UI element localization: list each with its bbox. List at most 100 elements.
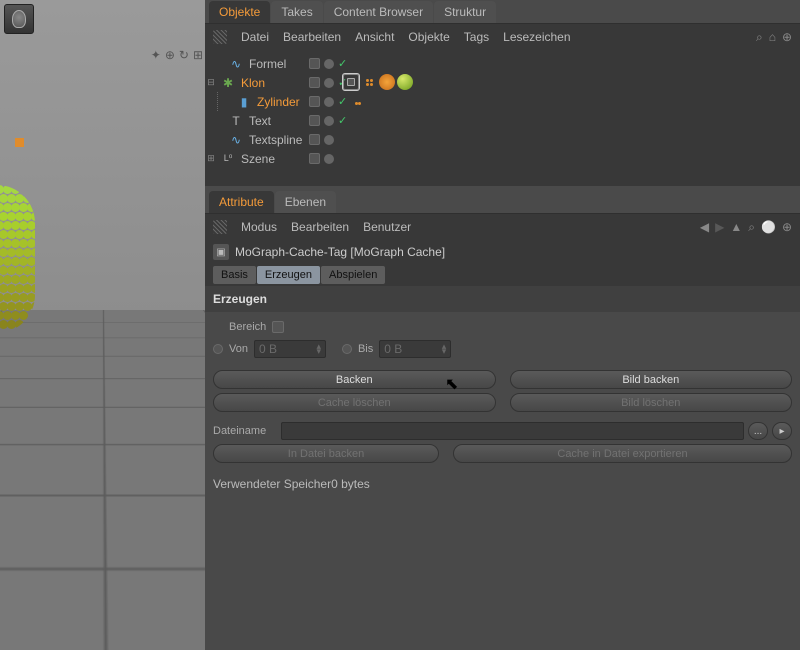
axis-indicator xyxy=(15,138,24,147)
cylinder-icon: ▮ xyxy=(236,95,252,109)
mograph-cache-tag-icon[interactable] xyxy=(343,74,359,90)
tab-attribute[interactable]: Attribute xyxy=(209,191,274,213)
vis-flag[interactable] xyxy=(324,154,334,164)
new-icon[interactable]: ⊕ xyxy=(782,220,792,235)
tab-structure[interactable]: Struktur xyxy=(434,1,496,23)
browse-button[interactable]: ... xyxy=(748,422,768,440)
objects-menubar: Datei Bearbeiten Ansicht Objekte Tags Le… xyxy=(205,24,800,50)
attribute-tab-bar: Attribute Ebenen xyxy=(205,190,800,214)
menu-mode[interactable]: Modus xyxy=(241,220,277,234)
layer-flag[interactable] xyxy=(309,96,320,107)
cloner-object-render xyxy=(0,185,35,333)
tab-content-browser[interactable]: Content Browser xyxy=(324,1,433,23)
tab-layers[interactable]: Ebenen xyxy=(275,191,336,213)
null-icon: L⁰ xyxy=(220,152,236,166)
dateiname-field[interactable] xyxy=(281,422,744,440)
nav-icon-1[interactable]: ✦ xyxy=(151,48,161,62)
bulb-icon xyxy=(12,10,26,28)
menu-file[interactable]: Datei xyxy=(241,30,269,44)
bis-radio[interactable] xyxy=(342,344,352,354)
cache-loeschen-button[interactable]: Cache löschen xyxy=(213,393,496,412)
floor-grid xyxy=(0,310,205,650)
tree-item-text[interactable]: Text xyxy=(247,114,271,128)
von-field[interactable]: 0 B▴▾ xyxy=(254,340,326,358)
tab-takes[interactable]: Takes xyxy=(271,1,322,23)
enable-flag[interactable]: ✓ xyxy=(338,95,347,108)
hatch-icon[interactable] xyxy=(213,220,227,234)
cloner-icon: ✱ xyxy=(220,76,236,90)
attribute-body: ▣ MoGraph-Cache-Tag [MoGraph Cache] Basi… xyxy=(205,240,800,650)
hatch-icon[interactable] xyxy=(213,30,227,44)
label-von: Von xyxy=(229,343,248,355)
render-bulb-button[interactable] xyxy=(4,4,34,34)
tree-item-klon[interactable]: Klon xyxy=(239,76,265,90)
menu-edit[interactable]: Bearbeiten xyxy=(291,220,349,234)
material-tag-icon[interactable] xyxy=(397,74,413,90)
open-button[interactable]: ▸ xyxy=(772,422,792,440)
bis-field[interactable]: 0 B▴▾ xyxy=(379,340,451,358)
home-icon[interactable]: ⌂ xyxy=(769,30,776,45)
menu-view[interactable]: Ansicht xyxy=(355,30,394,44)
tag-row xyxy=(343,74,413,90)
layer-flag[interactable] xyxy=(309,153,320,164)
nav-fwd-icon[interactable]: ▶ xyxy=(715,220,724,235)
tree-item-zylinder[interactable]: Zylinder xyxy=(255,95,300,109)
search-icon[interactable]: ⌕ xyxy=(756,30,763,45)
menu-edit[interactable]: Bearbeiten xyxy=(283,30,341,44)
nav-icon-2[interactable]: ⊕ xyxy=(165,48,175,62)
attribute-title: MoGraph-Cache-Tag [MoGraph Cache] xyxy=(235,245,445,259)
menu-tags[interactable]: Tags xyxy=(464,30,489,44)
object-tree[interactable]: ∿ Formel ✓ ⊟ ✱ Klon ✓ ▮ Zylinder ✓ T Tex… xyxy=(205,50,800,186)
layer-flag[interactable] xyxy=(309,134,320,145)
bild-backen-button[interactable]: Bild backen xyxy=(510,370,793,389)
sub-tab-erzeugen[interactable]: Erzeugen xyxy=(257,266,320,284)
cache-export-button[interactable]: Cache in Datei exportieren xyxy=(453,444,792,463)
label-bereich: Bereich xyxy=(229,321,266,333)
sub-tab-basis[interactable]: Basis xyxy=(213,266,256,284)
tree-item-szene[interactable]: Szene xyxy=(239,152,275,166)
expand-icon[interactable]: ⊕ xyxy=(782,30,792,45)
bild-loeschen-button[interactable]: Bild löschen xyxy=(510,393,793,412)
menu-objects[interactable]: Objekte xyxy=(408,30,449,44)
child-tag-icon[interactable] xyxy=(355,94,360,108)
expander-icon[interactable]: ⊞ xyxy=(205,153,217,164)
viewport-3d[interactable]: ✦ ⊕ ↻ ⊞ xyxy=(0,0,205,650)
vis-flag[interactable] xyxy=(324,116,334,126)
memory-usage: Verwendeter Speicher0 bytes xyxy=(205,469,800,499)
von-radio[interactable] xyxy=(213,344,223,354)
enable-flag[interactable]: ✓ xyxy=(338,114,347,127)
in-datei-backen-button[interactable]: In Datei backen xyxy=(213,444,439,463)
tree-item-formel[interactable]: Formel xyxy=(247,57,286,71)
sub-tab-abspielen[interactable]: Abspielen xyxy=(321,266,385,284)
vis-flag[interactable] xyxy=(324,97,334,107)
viewport-corner-icons[interactable]: ✦ ⊕ ↻ ⊞ xyxy=(151,48,203,62)
search-icon[interactable]: ⌕ xyxy=(748,220,755,235)
bereich-checkbox[interactable] xyxy=(272,321,284,333)
nav-icon-3[interactable]: ↻ xyxy=(179,48,189,62)
layer-flag[interactable] xyxy=(309,115,320,126)
enable-flag[interactable]: ✓ xyxy=(338,57,347,70)
menu-user[interactable]: Benutzer xyxy=(363,220,411,234)
label-dateiname: Dateiname xyxy=(213,425,277,437)
vis-flag[interactable] xyxy=(324,59,334,69)
backen-button[interactable]: Backen xyxy=(213,370,496,389)
tag-header-icon: ▣ xyxy=(213,244,229,260)
tab-objects[interactable]: Objekte xyxy=(209,1,270,23)
attribute-header: ▣ MoGraph-Cache-Tag [MoGraph Cache] xyxy=(205,240,800,264)
effector-tag-icon[interactable] xyxy=(361,74,377,90)
nav-icon-4[interactable]: ⊞ xyxy=(193,48,203,62)
expander-icon[interactable]: ⊟ xyxy=(205,77,217,88)
nav-back-icon[interactable]: ◀ xyxy=(700,220,709,235)
layer-flag[interactable] xyxy=(309,58,320,69)
manager-panel: Objekte Takes Content Browser Struktur D… xyxy=(205,0,800,650)
lock-icon[interactable]: ⚪ xyxy=(761,220,776,235)
mograph-tag-icon[interactable] xyxy=(379,74,395,90)
layer-flag[interactable] xyxy=(309,77,320,88)
vis-flag[interactable] xyxy=(324,135,334,145)
tree-item-textspline[interactable]: Textspline xyxy=(247,133,302,147)
vis-flag[interactable] xyxy=(324,78,334,88)
attribute-menubar: Modus Bearbeiten Benutzer ◀ ▶ ▲ ⌕ ⚪ ⊕ xyxy=(205,214,800,240)
nav-up-icon[interactable]: ▲ xyxy=(730,220,742,235)
menu-bookmarks[interactable]: Lesezeichen xyxy=(503,30,570,44)
objects-tab-bar: Objekte Takes Content Browser Struktur xyxy=(205,0,800,24)
